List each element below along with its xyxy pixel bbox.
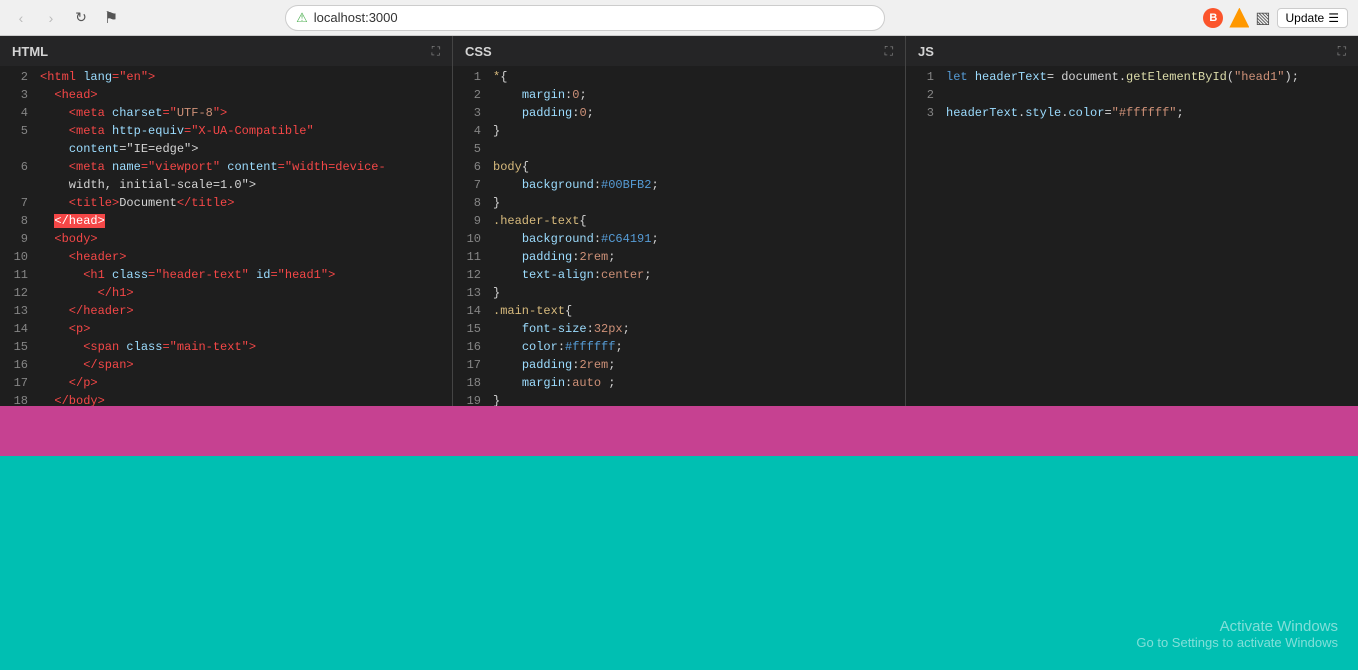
- back-button[interactable]: ‹: [10, 7, 32, 29]
- table-row: 10 background:#C64191;: [453, 232, 905, 250]
- activate-windows-title: Activate Windows: [1136, 618, 1338, 635]
- table-row: 7 background:#00BFB2;: [453, 178, 905, 196]
- table-row: 2: [906, 88, 1358, 106]
- table-row: 8}: [453, 196, 905, 214]
- table-row: 16 </span>: [0, 358, 452, 376]
- table-row: 16 color:#ffffff;: [453, 340, 905, 358]
- reload-button[interactable]: ↻: [70, 7, 92, 29]
- table-row: content="IE=edge">: [0, 142, 452, 160]
- table-row: 2 margin:0;: [453, 88, 905, 106]
- update-label: Update: [1286, 11, 1325, 25]
- table-row: 4}: [453, 124, 905, 142]
- table-row: 10 <header>: [0, 250, 452, 268]
- table-row: 12 </h1>: [0, 286, 452, 304]
- js-panel-header: JS ⛶: [906, 36, 1358, 66]
- js-code-content[interactable]: 1let headerText= document.getElementById…: [906, 66, 1358, 406]
- table-row: 15 <span class="main-text">: [0, 340, 452, 358]
- table-row: 18 </body>: [0, 394, 452, 406]
- table-row: width, initial-scale=1.0">: [0, 178, 452, 196]
- bookmark-button[interactable]: ⚑: [100, 7, 122, 29]
- extensions-button[interactable]: ▧: [1255, 8, 1270, 28]
- brave-icon: B: [1203, 8, 1223, 28]
- preview-body-section: Activate Windows Go to Settings to activ…: [0, 456, 1358, 670]
- table-row: 9 <body>: [0, 232, 452, 250]
- preview-area: Activate Windows Go to Settings to activ…: [0, 406, 1358, 670]
- table-row: 8 </head>: [0, 214, 452, 232]
- table-row: 7 <title>Document</title>: [0, 196, 452, 214]
- html-panel: HTML ⛶ 2<html lang="en"> 3 <head> 4 <met…: [0, 36, 453, 406]
- html-code-content[interactable]: 2<html lang="en"> 3 <head> 4 <meta chars…: [0, 66, 452, 406]
- security-icon: ⚠: [296, 10, 308, 26]
- table-row: 18 margin:auto ;: [453, 376, 905, 394]
- table-row: 17 padding:2rem;: [453, 358, 905, 376]
- css-expand-button[interactable]: ⛶: [885, 44, 893, 59]
- editor-area: HTML ⛶ 2<html lang="en"> 3 <head> 4 <met…: [0, 36, 1358, 406]
- table-row: 3 padding:0;: [453, 106, 905, 124]
- css-panel: CSS ⛶ 1*{ 2 margin:0; 3 padding:0; 4} 5 …: [453, 36, 906, 406]
- table-row: 19}: [453, 394, 905, 406]
- html-panel-header: HTML ⛶: [0, 36, 452, 66]
- table-row: 5 <meta http-equiv="X-UA-Compatible": [0, 124, 452, 142]
- table-row: 6body{: [453, 160, 905, 178]
- forward-button[interactable]: ›: [40, 7, 62, 29]
- table-row: 14 <p>: [0, 322, 452, 340]
- css-panel-header: CSS ⛶: [453, 36, 905, 66]
- table-row: 1let headerText= document.getElementById…: [906, 70, 1358, 88]
- table-row: 1*{: [453, 70, 905, 88]
- table-row: 12 text-align:center;: [453, 268, 905, 286]
- table-row: 5: [453, 142, 905, 160]
- table-row: 3 <head>: [0, 88, 452, 106]
- html-panel-title: HTML: [12, 44, 48, 59]
- table-row: 3headerText.style.color="#ffffff";: [906, 106, 1358, 124]
- address-text: localhost:3000: [314, 10, 874, 25]
- activate-windows-sub: Go to Settings to activate Windows: [1136, 635, 1338, 650]
- preview-header-section: [0, 406, 1358, 456]
- table-row: 11 padding:2rem;: [453, 250, 905, 268]
- update-button[interactable]: Update ☰: [1277, 8, 1348, 28]
- table-row: 13 </header>: [0, 304, 452, 322]
- table-row: 4 <meta charset="UTF-8">: [0, 106, 452, 124]
- table-row: 14.main-text{: [453, 304, 905, 322]
- table-row: 6 <meta name="viewport" content="width=d…: [0, 160, 452, 178]
- table-row: 11 <h1 class="header-text" id="head1">: [0, 268, 452, 286]
- address-bar: ⚠ localhost:3000: [285, 5, 885, 31]
- activate-windows-notice: Activate Windows Go to Settings to activ…: [1136, 618, 1338, 650]
- table-row: 9.header-text{: [453, 214, 905, 232]
- js-panel-title: JS: [918, 44, 934, 59]
- css-code-content[interactable]: 1*{ 2 margin:0; 3 padding:0; 4} 5 6body{…: [453, 66, 905, 406]
- js-panel: JS ⛶ 1let headerText= document.getElemen…: [906, 36, 1358, 406]
- table-row: 15 font-size:32px;: [453, 322, 905, 340]
- js-expand-button[interactable]: ⛶: [1338, 44, 1346, 59]
- css-panel-title: CSS: [465, 44, 492, 59]
- table-row: 17 </p>: [0, 376, 452, 394]
- browser-toolbar: ‹ › ↻ ⚑ ⚠ localhost:3000 B ▧ Update ☰: [0, 0, 1358, 36]
- table-row: 2<html lang="en">: [0, 70, 452, 88]
- table-row: 13}: [453, 286, 905, 304]
- browser-actions: B ▧ Update ☰: [1203, 8, 1348, 28]
- warning-icon: [1229, 8, 1249, 28]
- html-expand-button[interactable]: ⛶: [432, 44, 440, 59]
- menu-icon: ☰: [1328, 11, 1339, 25]
